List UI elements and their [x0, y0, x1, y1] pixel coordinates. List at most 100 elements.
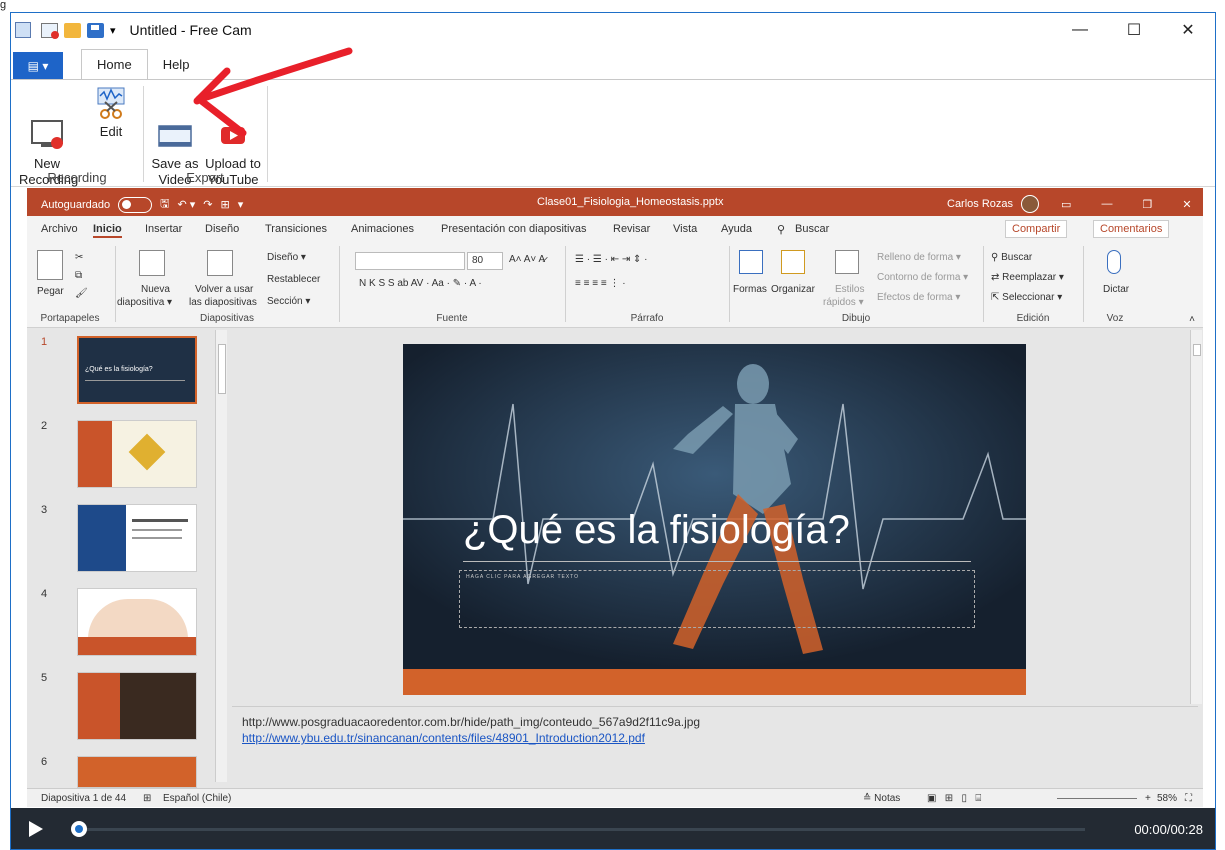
section-button[interactable]: Sección ▾ — [267, 296, 310, 307]
ppt-restore-icon[interactable]: ❐ — [1142, 198, 1152, 211]
notes-toggle[interactable]: ≙ Notas — [863, 793, 900, 804]
select-button[interactable]: ⇱ Seleccionar ▾ — [991, 292, 1062, 303]
new-slide-dropdown[interactable]: diapositiva ▾ — [117, 297, 172, 308]
redo-icon[interactable]: ↷ — [203, 198, 212, 211]
seek-handle[interactable] — [71, 821, 87, 837]
play-icon[interactable] — [29, 821, 43, 837]
close-button[interactable]: ✕ — [1161, 13, 1215, 47]
slide-thumbnail-1[interactable]: ¿Qué es la fisiología? — [77, 336, 197, 404]
recording-group: New Recording Edit Recording — [11, 80, 143, 187]
slide-bottom-band — [403, 669, 1026, 695]
main-slide[interactable]: ¿Qué es la fisiología? HAGA CLIC PARA AG… — [403, 344, 1026, 695]
avatar[interactable] — [1021, 195, 1040, 213]
zoom-level[interactable]: 58% — [1157, 793, 1177, 804]
search-icon[interactable]: ⚲ — [777, 223, 785, 236]
slide-thumbnail-2[interactable] — [77, 420, 197, 488]
notes-pane[interactable]: http://www.posgraduacaoredentor.com.br/h… — [232, 706, 1198, 786]
arrange-icon — [781, 250, 805, 274]
share-button[interactable]: Compartir — [1005, 220, 1068, 238]
maximize-button[interactable]: ☐ — [1107, 13, 1161, 47]
arrange-button[interactable]: Organizar — [771, 284, 815, 295]
reset-button[interactable]: Restablecer — [267, 274, 320, 285]
undo-icon[interactable]: ↶ ▾ — [178, 198, 196, 211]
comments-button[interactable]: Comentarios — [1093, 220, 1170, 238]
minimize-button[interactable]: — — [1053, 13, 1107, 47]
zoom-slider[interactable] — [1057, 798, 1137, 799]
scrollbar-knob[interactable] — [1193, 344, 1201, 356]
autosave-toggle[interactable] — [118, 196, 153, 213]
language-indicator[interactable]: Español (Chile) — [163, 793, 231, 804]
tab-home[interactable]: Home — [81, 49, 148, 79]
ppt-tab-vista[interactable]: Vista — [673, 223, 697, 235]
paste-button[interactable]: Pegar — [37, 286, 64, 297]
grow-font-icon[interactable]: A˄ A˅ A̷ — [509, 254, 545, 265]
new-slide-label[interactable]: Nueva — [141, 284, 170, 295]
shape-fill-button[interactable]: Relleno de forma ▾ — [877, 252, 961, 263]
slide-title[interactable]: ¿Qué es la fisiología? — [463, 508, 850, 553]
corner-letter: g — [0, 0, 7, 11]
ppt-tab-insertar[interactable]: Insertar — [145, 223, 182, 235]
fit-slide-icon[interactable]: ⛶ — [1185, 793, 1192, 804]
file-menu-button[interactable]: ▤ ▾ — [13, 52, 63, 79]
ribbon-display-icon[interactable]: ▭ — [1061, 198, 1071, 211]
copy-icon[interactable]: ⧉ — [75, 270, 82, 281]
quick-access-toolbar: ▾ — [41, 22, 116, 39]
layout-button[interactable]: Diseño ▾ — [267, 252, 306, 263]
collapse-ribbon-icon[interactable]: ˄ — [1189, 314, 1195, 325]
portapapeles-group: Pegar ✂ ⧉ 🖌 Portapapeles — [27, 244, 113, 326]
ppt-tab-ayuda[interactable]: Ayuda — [721, 223, 752, 235]
shape-effects-button[interactable]: Efectos de forma ▾ — [877, 292, 960, 303]
save-icon[interactable]: 🖫 — [160, 195, 169, 214]
present-icon[interactable]: ⊞ — [221, 198, 230, 211]
shapes-button[interactable]: Formas — [733, 284, 767, 295]
open-folder-icon[interactable] — [64, 22, 81, 38]
subtitle-placeholder[interactable]: HAGA CLIC PARA AGREGAR TEXTO — [459, 570, 975, 628]
zoom-in-icon[interactable]: + — [1145, 793, 1151, 804]
customize-dropdown-icon[interactable]: ▾ — [110, 24, 116, 37]
dibujo-group: Formas Organizar Estilos rápidos ▾ Relle… — [731, 244, 981, 326]
quick-styles-button[interactable]: Estilos — [835, 284, 864, 295]
replace-button[interactable]: ⇄ Reemplazar ▾ — [991, 272, 1064, 283]
accessibility-icon[interactable]: ⊞ — [143, 793, 151, 804]
normal-view-icon[interactable]: ▣ ⊞ ▯ ⌸ — [927, 793, 981, 804]
recording-group-label: Recording — [47, 170, 107, 185]
tab-help[interactable]: Help — [148, 49, 205, 79]
font-format-icons[interactable]: N K S S ab AV · Aa · ✎ · A · — [359, 278, 482, 289]
reuse-slides-label[interactable]: Volver a usar — [195, 284, 253, 295]
ppt-tab-revisar[interactable]: Revisar — [613, 223, 650, 235]
seek-track[interactable] — [73, 828, 1085, 831]
cut-icon[interactable]: ✂ — [75, 252, 83, 263]
slide-thumbnail-5[interactable] — [77, 672, 197, 740]
slide-thumbnail-6[interactable] — [77, 756, 197, 788]
ppt-tab-archivo[interactable]: Archivo — [41, 223, 78, 235]
ppt-tab-buscar[interactable]: Buscar — [795, 223, 829, 235]
ppt-tab-animaciones[interactable]: Animaciones — [351, 223, 414, 235]
format-painter-icon[interactable]: 🖌 — [75, 288, 88, 299]
edit-button[interactable]: Edit — [89, 86, 133, 140]
align-icon[interactable]: ≡ ≡ ≡ ≡ ⋮ · — [575, 278, 626, 289]
scrollbar-knob[interactable] — [218, 344, 226, 394]
ppt-tab-diseno[interactable]: Diseño — [205, 223, 239, 235]
ppt-tab-transiciones[interactable]: Transiciones — [265, 223, 327, 235]
slide-thumbnail-3[interactable] — [77, 504, 197, 572]
new-recording-icon[interactable] — [41, 22, 59, 39]
font-name-input[interactable] — [355, 252, 465, 270]
slides-scrollbar[interactable] — [215, 330, 227, 782]
ppt-close-icon[interactable]: ✕ — [1182, 198, 1191, 211]
slide-thumbnail-4[interactable] — [77, 588, 197, 656]
customize-dropdown-icon[interactable]: ▾ — [238, 198, 244, 211]
notes-link[interactable]: http://www.ybu.edu.tr/sinancanan/content… — [242, 731, 645, 745]
find-button[interactable]: ⚲ Buscar — [991, 252, 1032, 263]
ppt-minimize-icon[interactable]: — — [1101, 198, 1112, 210]
shape-outline-button[interactable]: Contorno de forma ▾ — [877, 272, 968, 283]
bullets-icon[interactable]: ☰ · ☰ · ⇤ ⇥ ⇕ · — [575, 254, 648, 265]
ppt-tab-presentacion[interactable]: Presentación con diapositivas — [441, 223, 587, 235]
dictate-button[interactable]: Dictar — [1103, 284, 1129, 295]
save-icon[interactable] — [87, 22, 104, 38]
slide-scrollbar[interactable] — [1190, 330, 1202, 704]
ppt-tab-inicio[interactable]: Inicio — [93, 223, 122, 238]
ribbon-divider — [729, 246, 730, 322]
title-bar: ▾ Untitled - Free Cam — ☐ ✕ — [11, 13, 1215, 47]
font-size-input[interactable]: 80 — [467, 252, 503, 270]
ribbon-divider — [115, 246, 116, 322]
